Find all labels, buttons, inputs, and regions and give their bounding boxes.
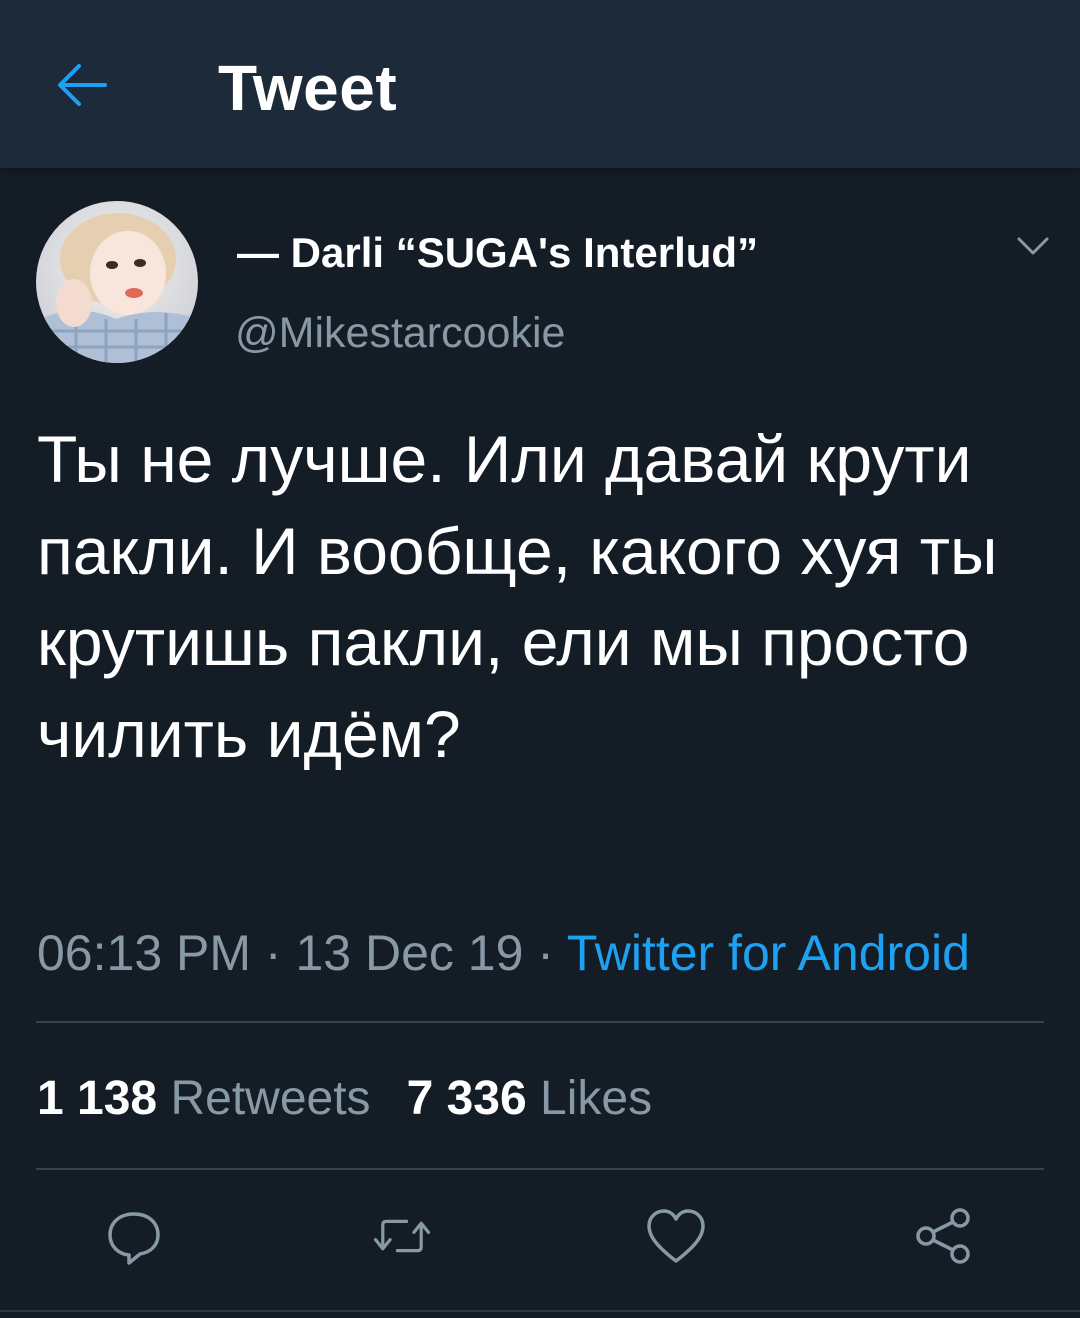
divider [36,1168,1044,1170]
likes-count: 7 336 [406,1072,527,1125]
meta-separator: · [251,925,296,981]
retweets-count: 1 138 [37,1072,158,1125]
tweet-time: 06:13 PM [37,925,252,981]
author-handle[interactable]: @Mikestarcookie [235,306,565,360]
avatar-image [36,201,198,363]
retweet-button[interactable] [370,1204,434,1268]
likes-stat[interactable]: 7 336 Likes [407,1072,653,1125]
reply-icon [108,1212,160,1265]
tweet-date: 13 Dec 19 [295,925,524,981]
reply-button[interactable] [102,1204,166,1268]
page-title: Tweet [218,52,398,124]
top-bar: Tweet [0,0,1080,168]
back-button[interactable] [50,55,114,115]
retweets-label: Retweets [170,1072,371,1125]
tweet-meta: 06:13 PM · 13 Dec 19 · Twitter for Andro… [37,922,970,984]
like-icon [647,1209,705,1263]
retweet-icon [373,1219,431,1253]
tweet-menu-button[interactable] [1008,228,1058,264]
tweet-stats: 1 138 Retweets 7 336 Likes [37,1070,652,1128]
retweets-stat[interactable]: 1 138 Retweets [37,1072,371,1125]
meta-separator: · [523,925,567,981]
tweet-source-link[interactable]: Twitter for Android [567,925,970,981]
bottom-divider [0,1310,1080,1312]
likes-label: Likes [540,1072,653,1125]
like-button[interactable] [644,1204,708,1268]
share-button[interactable] [912,1204,976,1268]
avatar[interactable] [36,201,198,363]
author-display-name[interactable]: — Darli “SUGA's Interlud” [237,227,758,279]
tweet-text: Ты не лучше. Или давай крути пакли. И во… [37,422,998,771]
chevron-down-icon [1017,237,1049,255]
share-icon [916,1208,970,1264]
arrow-left-icon [58,64,107,106]
divider [36,1021,1044,1023]
